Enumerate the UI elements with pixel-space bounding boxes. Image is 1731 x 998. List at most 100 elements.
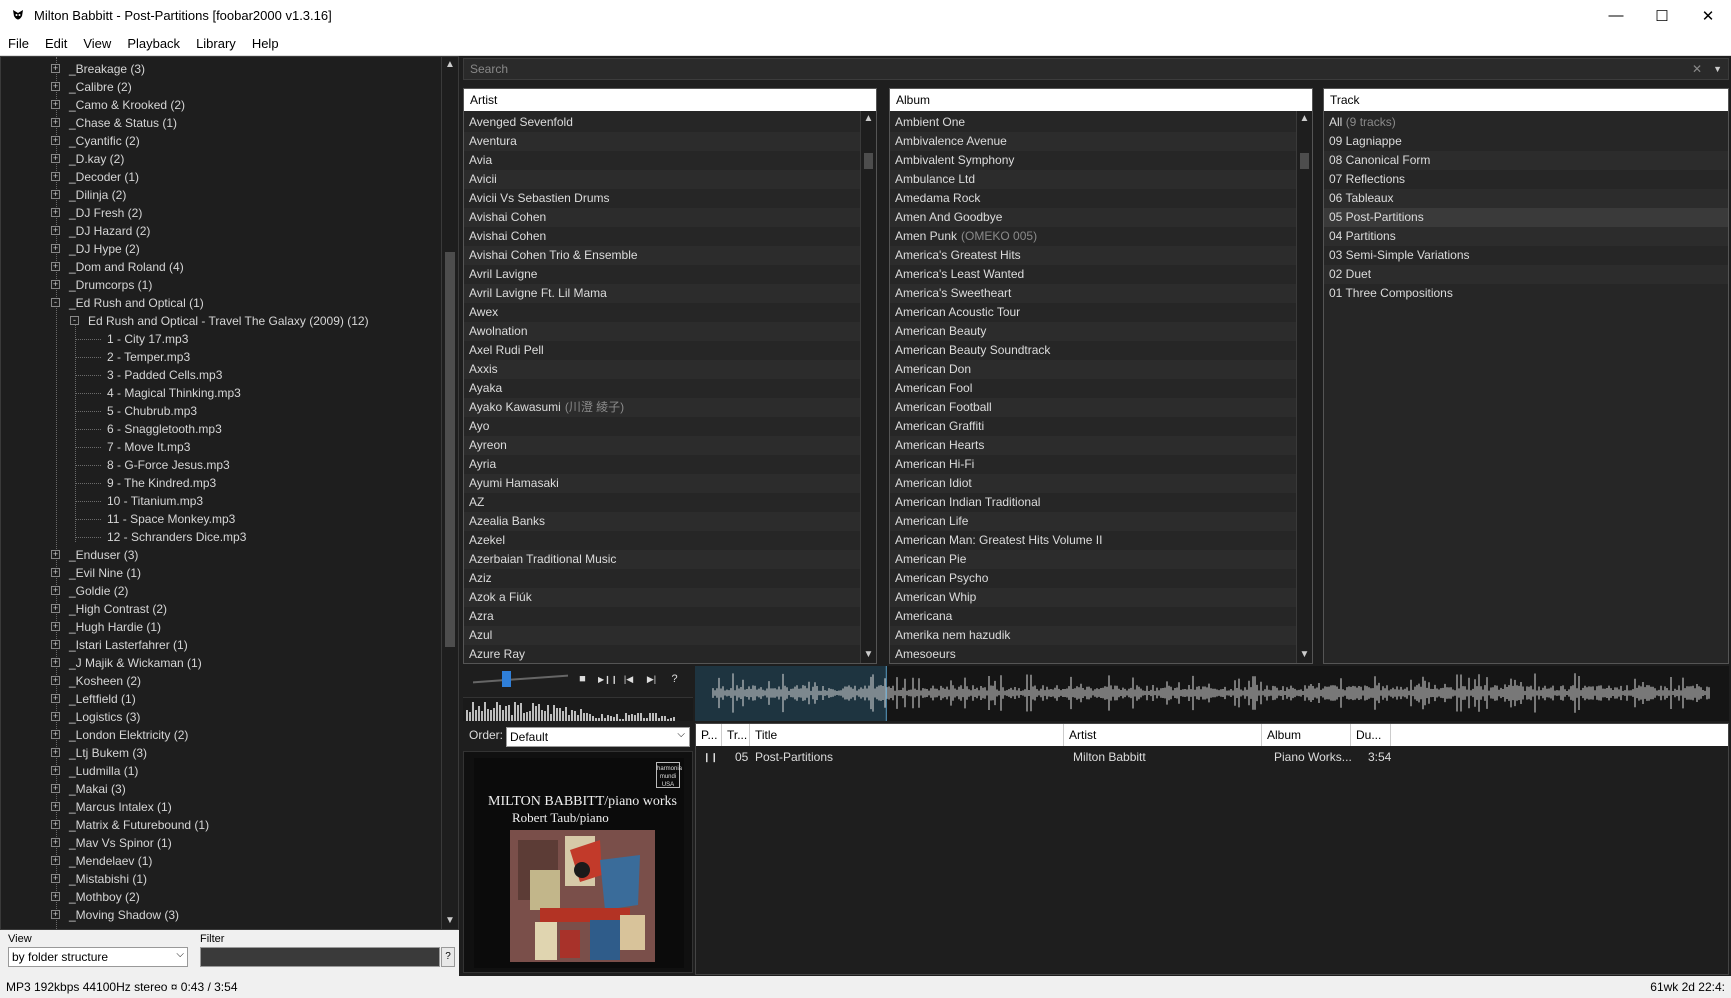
view-select[interactable]: by folder structure ⌵ <box>8 947 188 967</box>
artist-list-item[interactable]: Azerbaian Traditional Music <box>464 550 860 569</box>
tree-folder-item[interactable]: _Decoder (1) <box>69 168 139 186</box>
scroll-down-icon[interactable]: ▼ <box>1297 647 1312 663</box>
track-list-item[interactable]: 01 Three Compositions <box>1324 284 1728 303</box>
artist-list-item[interactable]: AZ <box>464 493 860 512</box>
expand-icon[interactable]: + <box>51 172 60 181</box>
album-list-item[interactable]: American Acoustic Tour <box>890 303 1296 322</box>
artist-list-item[interactable]: Awex <box>464 303 860 322</box>
artist-list-item[interactable]: Aziz <box>464 569 860 588</box>
minimize-button[interactable]: — <box>1593 0 1639 31</box>
tree-folder-item[interactable]: _J Majik & Wickaman (1) <box>69 654 202 672</box>
artist-list-item[interactable]: Awolnation <box>464 322 860 341</box>
tree-folder-item[interactable]: _High Contrast (2) <box>69 600 167 618</box>
scroll-down-icon[interactable]: ▼ <box>861 647 876 663</box>
expand-icon[interactable]: + <box>51 910 60 919</box>
col-album[interactable]: Album <box>1262 724 1351 746</box>
artist-list-item[interactable]: Avia <box>464 151 860 170</box>
expand-icon[interactable]: + <box>51 226 60 235</box>
album-list-item[interactable]: American Hi-Fi <box>890 455 1296 474</box>
previous-icon[interactable]: |◀ <box>621 672 636 687</box>
album-list-item[interactable]: Amesoeurs <box>890 645 1296 663</box>
scroll-up-icon[interactable]: ▲ <box>861 111 876 127</box>
collapse-icon[interactable]: - <box>51 298 60 307</box>
album-list-item[interactable]: Amerika nem hazudik <box>890 626 1296 645</box>
expand-icon[interactable]: + <box>51 892 60 901</box>
album-list-item[interactable]: American Indian Traditional <box>890 493 1296 512</box>
volume-slider-handle[interactable] <box>502 671 512 687</box>
tree-folder-item[interactable]: _Kosheen (2) <box>69 672 141 690</box>
tree-folder-item[interactable]: _London Elektricity (2) <box>69 726 188 744</box>
tree-folder-item[interactable]: _Istari Lasterfahrer (1) <box>69 636 188 654</box>
tree-folder-item[interactable]: _Ludmilla (1) <box>69 762 138 780</box>
tree-folder-item[interactable]: _Cyantific (2) <box>69 132 140 150</box>
expand-icon[interactable]: + <box>51 748 60 757</box>
tree-folder-item[interactable]: _Ltj Bukem (3) <box>69 744 147 762</box>
tree-file-item[interactable]: 1 - City 17.mp3 <box>107 330 188 348</box>
expand-icon[interactable]: + <box>51 604 60 613</box>
menu-file[interactable]: File <box>0 31 37 56</box>
track-list-item[interactable]: 06 Tableaux <box>1324 189 1728 208</box>
tree-folder-item[interactable]: _Moving Shadow (3) <box>69 906 179 924</box>
album-list-item[interactable]: Ambient One <box>890 113 1296 132</box>
album-list-item[interactable]: American Life <box>890 512 1296 531</box>
expand-icon[interactable]: + <box>51 244 60 253</box>
search-input[interactable]: Search ✕ ▼ <box>463 58 1729 80</box>
artist-list-item[interactable]: Avishai Cohen <box>464 227 860 246</box>
menu-edit[interactable]: Edit <box>37 31 75 56</box>
scroll-up-icon[interactable]: ▲ <box>1297 111 1312 127</box>
search-dropdown-icon[interactable]: ▼ <box>1713 59 1722 79</box>
order-select[interactable]: Default ⌵ <box>506 727 690 747</box>
tree-folder-item[interactable]: _Marcus Intalex (1) <box>69 798 172 816</box>
artist-list-item[interactable]: Avenged Sevenfold <box>464 113 860 132</box>
tree-folder-item[interactable]: _Mendelaev (1) <box>69 852 152 870</box>
expand-icon[interactable]: + <box>51 658 60 667</box>
tree-folder-item[interactable]: _Camo & Krooked (2) <box>69 96 185 114</box>
tree-folder-item[interactable]: _Drumcorps (1) <box>69 276 152 294</box>
tree-folder-item[interactable]: _Calibre (2) <box>69 78 132 96</box>
tree-file-item[interactable]: 4 - Magical Thinking.mp3 <box>107 384 241 402</box>
col-playing[interactable]: P... <box>696 724 722 746</box>
artist-list-item[interactable]: Axxis <box>464 360 860 379</box>
expand-icon[interactable]: + <box>51 802 60 811</box>
artist-list-item[interactable]: Azure Ray <box>464 645 860 663</box>
album-list-item[interactable]: American Beauty <box>890 322 1296 341</box>
menu-view[interactable]: View <box>75 31 119 56</box>
expand-icon[interactable]: + <box>51 712 60 721</box>
close-button[interactable]: ✕ <box>1685 0 1731 31</box>
artist-list-item[interactable]: Avicii Vs Sebastien Drums <box>464 189 860 208</box>
track-list-item[interactable]: 04 Partitions <box>1324 227 1728 246</box>
expand-icon[interactable]: + <box>51 640 60 649</box>
album-list-item[interactable]: American Fool <box>890 379 1296 398</box>
album-list-item[interactable]: Amen And Goodbye <box>890 208 1296 227</box>
album-list-item[interactable]: American Beauty Soundtrack <box>890 341 1296 360</box>
tree-scrollbar[interactable]: ▲ ▼ <box>441 57 458 929</box>
album-list-item[interactable]: American Man: Greatest Hits Volume II <box>890 531 1296 550</box>
expand-icon[interactable]: + <box>51 676 60 685</box>
expand-icon[interactable]: + <box>51 550 60 559</box>
tree-file-item[interactable]: 3 - Padded Cells.mp3 <box>107 366 222 384</box>
artist-list-item[interactable]: Azra <box>464 607 860 626</box>
album-list-item[interactable]: Americana <box>890 607 1296 626</box>
expand-icon[interactable]: + <box>51 874 60 883</box>
tree-folder-item[interactable]: _Makai (3) <box>69 780 126 798</box>
artist-list-item[interactable]: Azul <box>464 626 860 645</box>
album-list-item[interactable]: America's Least Wanted <box>890 265 1296 284</box>
track-list-item[interactable]: 08 Canonical Form <box>1324 151 1728 170</box>
album-list-item[interactable]: Ambulance Ltd <box>890 170 1296 189</box>
tree-folder-item[interactable]: _Enduser (3) <box>69 546 138 564</box>
play-pause-icon[interactable]: ▶❙❙ <box>598 672 618 687</box>
tree-file-item[interactable]: 9 - The Kindred.mp3 <box>107 474 216 492</box>
tree-folder-item[interactable]: Ed Rush and Optical - Travel The Galaxy … <box>88 312 369 330</box>
artist-list-item[interactable]: Aventura <box>464 132 860 151</box>
tree-folder-item[interactable]: _Evil Nine (1) <box>69 564 141 582</box>
expand-icon[interactable]: + <box>51 118 60 127</box>
artist-list-item[interactable]: Axel Rudi Pell <box>464 341 860 360</box>
expand-icon[interactable]: + <box>51 100 60 109</box>
expand-icon[interactable]: + <box>51 136 60 145</box>
artist-list-item[interactable]: Avishai Cohen Trio & Ensemble <box>464 246 860 265</box>
tree-folder-item[interactable]: _Leftfield (1) <box>69 690 136 708</box>
col-duration[interactable]: Du... <box>1351 724 1391 746</box>
tree-folder-item[interactable]: _Matrix & Futurebound (1) <box>69 816 209 834</box>
tree-file-item[interactable]: 7 - Move It.mp3 <box>107 438 190 456</box>
artist-list-item[interactable]: Ayo <box>464 417 860 436</box>
